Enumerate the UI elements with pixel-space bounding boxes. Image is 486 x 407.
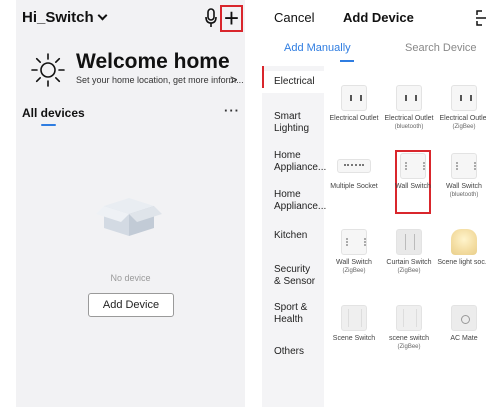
device-label: Scene Switch	[332, 335, 376, 342]
scene-switch-icon	[396, 305, 422, 331]
category-label: Electrical	[274, 76, 315, 87]
category-label: Sport & Health	[274, 302, 308, 325]
device-label: Wall Switch	[336, 259, 372, 266]
welcome-subtitle[interactable]: Set your home location, get more inform.…	[76, 75, 244, 85]
microphone-icon[interactable]	[204, 8, 218, 28]
device-label: Electrical Outlet	[439, 115, 486, 122]
device-label: Wall Switch	[446, 183, 482, 190]
home-name-label: Hi_Switch	[22, 9, 94, 26]
device-label: Electrical Outlet	[329, 115, 379, 122]
tab-search-device[interactable]: Search Device	[405, 42, 477, 54]
wall-switch-icon	[451, 153, 477, 179]
all-devices-tab[interactable]: All devices	[22, 106, 85, 120]
device-tile[interactable]: Curtain Switch (ZigBee)	[382, 229, 436, 275]
empty-box-icon	[96, 198, 162, 236]
device-sublabel: (bluetooth)	[449, 192, 479, 198]
chevron-right-icon[interactable]: >	[230, 72, 238, 87]
chevron-down-icon	[97, 10, 108, 21]
tab-add-manually[interactable]: Add Manually	[284, 42, 351, 54]
device-label: scene switch	[388, 335, 430, 342]
device-tile[interactable]: Wall Switch (bluetooth)	[437, 153, 486, 199]
device-label: Scene light soc...	[437, 259, 486, 266]
empty-state-text: No device	[110, 273, 151, 283]
category-security-sensor[interactable]: Security & Sensor	[262, 264, 318, 288]
device-tile[interactable]: Scene Switch	[327, 305, 381, 343]
add-device-header: Cancel Add Device	[262, 0, 486, 36]
outlet-icon	[451, 85, 477, 111]
tab-underline	[41, 124, 56, 126]
category-label: Security & Sensor	[274, 264, 316, 287]
plus-icon: +	[223, 2, 240, 33]
add-device-button[interactable]: Add Device	[88, 293, 174, 317]
category-label: Home Appliance...	[274, 189, 327, 212]
more-options-icon[interactable]: ···	[224, 103, 240, 118]
device-label: Wall Switch	[395, 183, 431, 190]
device-tile[interactable]: Multiple Socket	[327, 153, 381, 191]
home-header: Hi_Switch +	[16, 0, 245, 36]
ac-mate-icon	[451, 305, 477, 331]
device-sublabel: (ZigBee)	[452, 124, 476, 130]
category-home-appliance-1[interactable]: Home Appliance...	[262, 150, 326, 174]
device-tile[interactable]: Electrical Outlet	[327, 85, 381, 123]
device-tile[interactable]: Electrical Outlet (bluetooth)	[382, 85, 436, 131]
category-label: Smart Lighting	[274, 111, 310, 134]
add-device-plus-button[interactable]: +	[220, 5, 243, 32]
device-label: AC Mate	[450, 335, 478, 342]
category-smart-lighting[interactable]: Smart Lighting	[262, 111, 318, 135]
wall-switch-icon	[400, 153, 426, 179]
category-others[interactable]: Others	[262, 346, 324, 358]
welcome-title: Welcome home	[76, 50, 230, 73]
outlet-icon	[396, 85, 422, 111]
scene-switch-icon	[341, 305, 367, 331]
category-home-appliance-2[interactable]: Home Appliance...	[262, 189, 326, 213]
category-sport-health[interactable]: Sport & Health	[262, 302, 318, 326]
page-title: Add Device	[343, 10, 414, 25]
sun-icon	[31, 53, 65, 87]
device-sublabel: (ZigBee)	[397, 344, 421, 350]
device-sublabel: (ZigBee)	[397, 268, 421, 274]
cancel-button[interactable]: Cancel	[274, 10, 314, 25]
home-screen: Hi_Switch + Welcome home Set your home l…	[16, 0, 245, 407]
scene-light-icon	[451, 229, 477, 255]
device-tile[interactable]: Scene light soc...	[437, 229, 486, 267]
home-selector[interactable]: Hi_Switch	[22, 9, 108, 26]
category-label: Others	[274, 346, 305, 357]
category-label: Home Appliance...	[274, 150, 327, 173]
device-tile-wall-switch[interactable]: Wall Switch	[386, 153, 440, 191]
device-sublabel: (ZigBee)	[342, 268, 366, 274]
device-tile[interactable]: Electrical Outlet (ZigBee)	[437, 85, 486, 131]
add-device-screen: Cancel Add Device Add Manually Search De…	[262, 0, 486, 407]
category-label: Kitchen	[274, 230, 308, 241]
device-tile[interactable]: Wall Switch (ZigBee)	[327, 229, 381, 275]
device-label: Curtain Switch	[386, 259, 432, 266]
category-kitchen[interactable]: Kitchen	[262, 230, 324, 242]
device-label: Electrical Outlet	[384, 115, 434, 122]
category-sidebar: Electrical Smart Lighting Home Appliance…	[262, 66, 326, 407]
device-tile[interactable]: scene switch (ZigBee)	[382, 305, 436, 351]
scan-icon[interactable]	[476, 10, 486, 26]
outlet-icon	[341, 85, 367, 111]
device-label: Multiple Socket	[330, 183, 378, 190]
curtain-switch-icon	[396, 229, 422, 255]
device-tile[interactable]: AC Mate	[437, 305, 486, 343]
power-strip-icon	[337, 159, 371, 173]
wall-switch-icon	[341, 229, 367, 255]
tab-underline	[340, 60, 354, 62]
category-electrical[interactable]: Electrical	[262, 66, 324, 93]
device-sublabel: (bluetooth)	[394, 124, 424, 130]
